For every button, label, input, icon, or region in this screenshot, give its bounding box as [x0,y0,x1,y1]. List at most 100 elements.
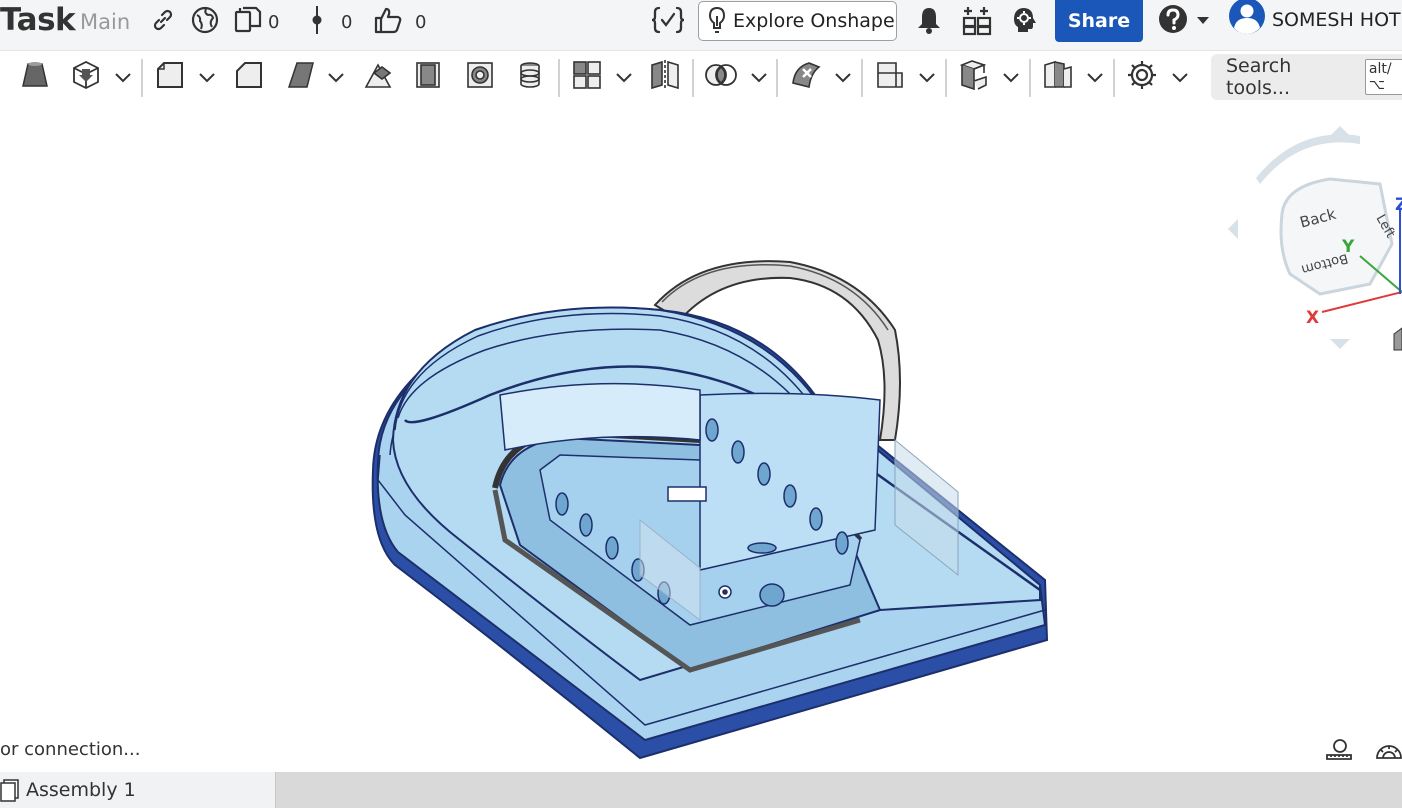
bom-icon [1042,59,1074,95]
assembly-model[interactable] [0,104,1402,772]
toolbar-divider [1029,59,1031,97]
toolbar-divider [1113,59,1115,97]
chevron-down-icon [919,68,935,87]
chevron-down-icon [199,68,215,87]
learning-center-button[interactable] [1010,7,1040,37]
toolbar-divider [692,59,694,97]
bom-dropdown[interactable] [1086,59,1104,95]
explode-icon [958,59,990,95]
ball-mate-icon [464,59,496,95]
planar-mate-button[interactable] [411,59,445,95]
replicate-dropdown[interactable] [114,59,132,95]
top-bar: Task Main 0 0 0 Explore Onshape Share SO… [0,0,1402,51]
group-button[interactable] [704,59,738,95]
globe-icon [191,6,219,38]
pattern-icon [571,59,603,95]
fastened-mate-button[interactable] [153,59,187,95]
parallel-mate-button[interactable] [513,59,547,95]
toolbar-divider [141,59,143,97]
revolute-mate-button[interactable] [284,59,318,95]
copies-button[interactable]: 0 [234,6,280,38]
slider-mate-button[interactable] [232,59,266,95]
tab-assembly-1[interactable]: Assembly 1 [0,772,276,808]
settings-button[interactable] [1125,59,1159,95]
chevron-down-icon [115,68,131,87]
lightbulb-icon [707,6,727,36]
chevron-down-icon [616,68,632,87]
group-icon [704,62,738,92]
view-cube-menu-icon[interactable] [1393,327,1402,351]
toolbar-divider [861,59,863,97]
versions-count: 0 [341,11,353,33]
mirror-button[interactable] [648,59,682,95]
tab-bar: Assembly 1 [0,772,1402,808]
mate-connector-button[interactable] [788,59,824,95]
share-label: Share [1067,10,1131,32]
axis-x-label: X [1306,308,1319,328]
chevron-down-icon [1197,17,1209,25]
settings-icon [1126,59,1158,95]
bell-icon [914,5,944,39]
tab-label: Assembly 1 [26,779,136,801]
public-toggle[interactable] [191,6,219,38]
user-name[interactable]: SOMESH HOT [1272,9,1401,31]
bom-button[interactable] [1041,59,1075,95]
likes-count: 0 [415,11,427,33]
ball-mate-button[interactable] [463,59,497,95]
chevron-down-icon [751,68,767,87]
pattern-button[interactable] [570,59,604,95]
graphics-viewport[interactable]: Back Left Bottom X Y Z [0,104,1402,772]
view-cube[interactable]: Back Left Bottom X Y Z [1220,124,1402,354]
chevron-down-icon [1087,68,1103,87]
explode-button[interactable] [957,59,991,95]
share-button[interactable]: Share [1055,0,1143,42]
assembly-toolbar: Search tools... alt/⌥ [0,51,1402,103]
settings-dropdown[interactable] [1171,59,1189,95]
document-title[interactable]: Task [0,2,76,38]
link-button[interactable] [150,7,176,37]
revolute-dropdown[interactable] [327,59,345,95]
connector-dropdown[interactable] [834,59,852,95]
insert-part-button[interactable] [20,59,50,95]
planar-mate-icon [412,59,444,95]
notifications-button[interactable] [914,7,944,37]
variable-studio-icon [651,5,685,39]
copy-icon [234,6,262,38]
cylindrical-mate-button[interactable] [361,59,395,95]
search-tools-input[interactable]: Search tools... alt/⌥ [1211,54,1402,100]
mate-dropdown[interactable] [198,59,216,95]
link-icon [150,7,176,37]
apps-icon [961,4,993,40]
measure-icon[interactable] [1325,738,1353,764]
cylindrical-mate-icon [362,59,394,95]
section-dropdown[interactable] [918,59,936,95]
search-shortcut: alt/⌥ [1364,59,1402,95]
branch-name[interactable]: Main [80,10,130,34]
app-store-button[interactable] [961,7,993,37]
fastened-mate-icon [154,59,186,95]
replicate-button[interactable] [69,59,103,95]
explore-onshape-button[interactable]: Explore Onshape [698,1,897,41]
assembly-icon [0,778,20,802]
group-dropdown[interactable] [750,59,768,95]
revolute-mate-icon [285,59,317,95]
slider-mate-icon [233,59,265,95]
section-view-button[interactable] [873,59,907,95]
parallel-mate-icon [514,59,546,95]
axis-y-label: Y [1341,237,1355,257]
help-button[interactable] [1157,3,1209,39]
explode-dropdown[interactable] [1002,59,1020,95]
chevron-down-icon [835,68,851,87]
toolbar-divider [945,59,947,97]
protractor-icon[interactable] [1375,738,1402,764]
copies-count: 0 [268,11,280,33]
mirror-icon [649,59,681,95]
pattern-dropdown[interactable] [615,59,633,95]
versions-button[interactable]: 0 [309,6,353,37]
variable-studio-button[interactable] [651,5,685,39]
like-button[interactable]: 0 [373,7,426,37]
status-message: or connection... [0,739,141,760]
user-menu[interactable] [1228,0,1266,34]
thumbs-up-icon [373,5,403,39]
help-icon [1157,3,1189,39]
